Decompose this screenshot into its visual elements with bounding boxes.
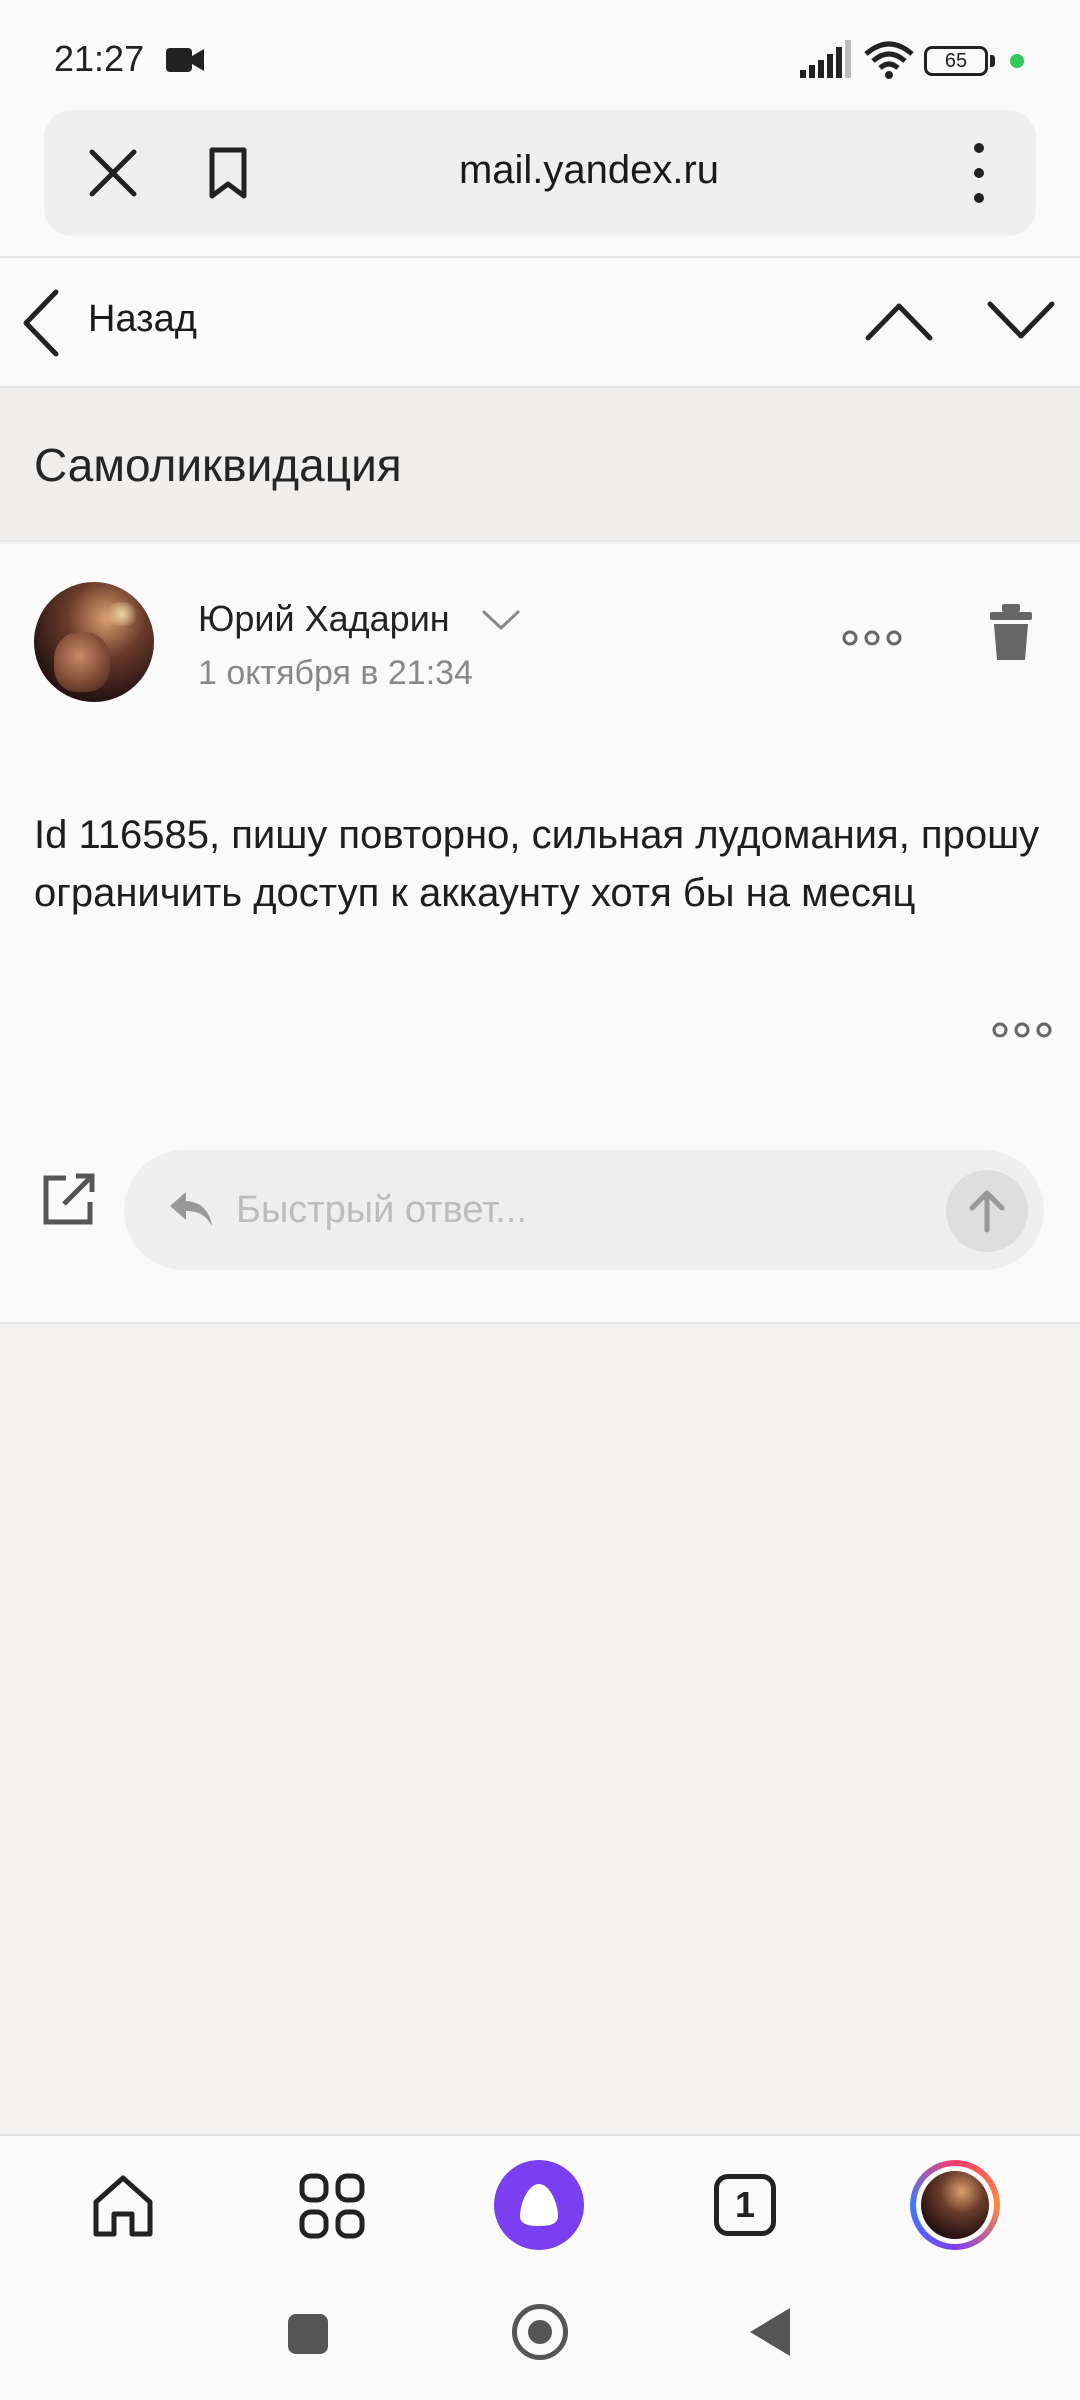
profile-avatar[interactable] xyxy=(910,2160,1000,2250)
browser-bottom-bar: 1 xyxy=(0,2134,1080,2274)
more-horizontal-icon[interactable] xyxy=(840,628,904,648)
mail-nav-header: Назад xyxy=(0,258,1080,388)
privacy-dot xyxy=(1010,54,1024,68)
profile-picture xyxy=(921,2171,989,2239)
video-camera-icon xyxy=(166,48,204,72)
chevron-up-icon[interactable] xyxy=(864,296,934,346)
chevron-left-icon[interactable] xyxy=(20,288,64,358)
battery-tip xyxy=(990,55,995,67)
home-icon[interactable] xyxy=(88,2172,158,2242)
tabs-button[interactable]: 1 xyxy=(714,2174,776,2236)
sender-name[interactable]: Юрий Хадарин xyxy=(198,598,450,640)
wifi-icon xyxy=(864,41,914,79)
battery-icon: 65 xyxy=(924,46,988,76)
email-body: Id 116585, пишу повторно, сильная лудома… xyxy=(34,813,1040,915)
arrow-up-icon xyxy=(969,1190,1005,1233)
send-button[interactable] xyxy=(946,1170,1028,1252)
chevron-down-icon[interactable] xyxy=(480,606,522,634)
chevron-down-icon[interactable] xyxy=(986,296,1056,346)
email-subject: Самоликвидация xyxy=(34,439,402,491)
bookmark-icon[interactable] xyxy=(200,144,256,202)
address-bar[interactable]: mail.yandex.ru xyxy=(44,110,1036,236)
status-time: 21:27 xyxy=(54,38,145,79)
alice-button[interactable] xyxy=(494,2160,584,2250)
sent-date: 1 октября в 21:34 xyxy=(198,654,473,692)
back-button[interactable]: Назад xyxy=(88,298,197,341)
compose-icon[interactable] xyxy=(40,1172,96,1228)
subject-bar: Самоликвидация xyxy=(0,390,1080,542)
home-button[interactable] xyxy=(512,2304,568,2360)
avatar-face xyxy=(54,632,110,692)
sender-avatar[interactable] xyxy=(34,582,154,702)
url-text[interactable]: mail.yandex.ru xyxy=(294,148,884,193)
browser-toolbar: mail.yandex.ru xyxy=(0,110,1080,258)
reply-icon xyxy=(170,1192,212,1226)
recents-button[interactable] xyxy=(288,2314,328,2354)
alice-icon xyxy=(520,2184,558,2226)
home-dot xyxy=(528,2320,552,2344)
system-nav-bar xyxy=(0,2274,1080,2400)
signal-icon xyxy=(800,40,851,78)
apps-grid-icon[interactable] xyxy=(298,2172,366,2240)
status-bar: 21:27 65 xyxy=(0,0,1080,110)
close-icon[interactable] xyxy=(84,144,142,202)
avatar-highlight xyxy=(104,602,140,626)
message-card: Юрий Хадарин 1 октября в 21:34 Id 116585… xyxy=(0,544,1080,1324)
back-triangle-icon[interactable] xyxy=(750,2308,790,2356)
more-horizontal-icon[interactable] xyxy=(990,1020,1054,1040)
quick-reply-bar xyxy=(124,1150,1044,1270)
more-vertical-icon[interactable] xyxy=(964,140,994,206)
quick-reply-input[interactable] xyxy=(236,1174,936,1246)
trash-icon[interactable] xyxy=(988,604,1034,662)
